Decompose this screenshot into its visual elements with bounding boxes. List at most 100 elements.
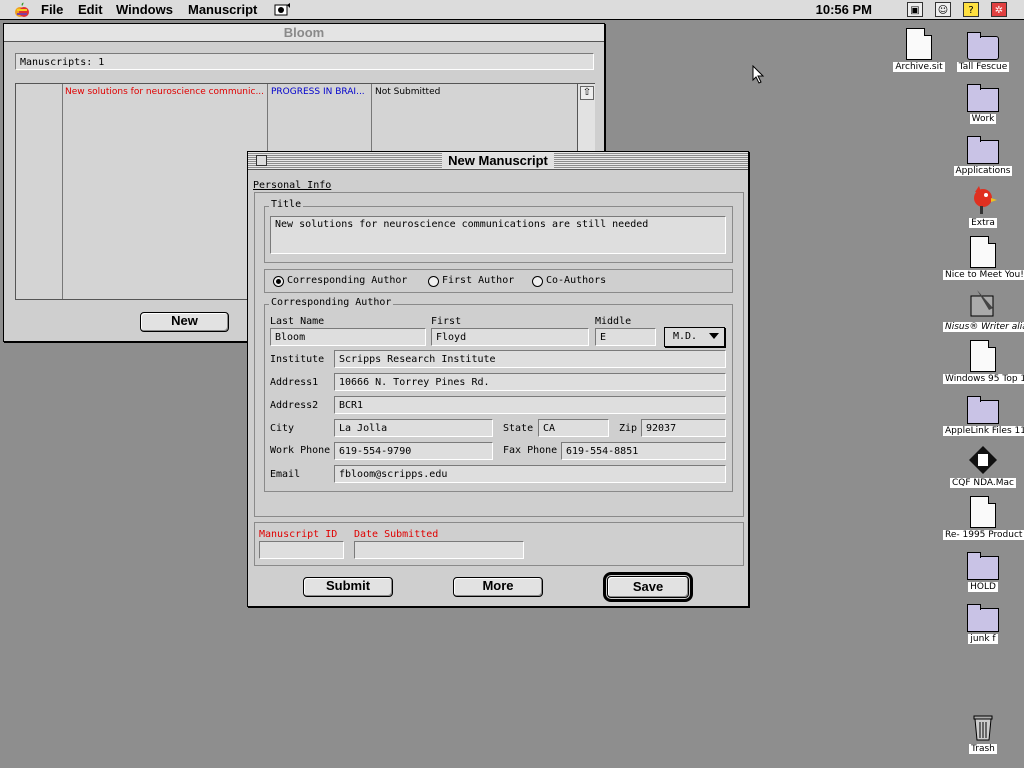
document-icon xyxy=(970,340,996,372)
desktop-icon-label: Extra xyxy=(969,218,997,228)
chevron-down-icon xyxy=(709,333,719,339)
scroll-up-arrow-icon[interactable]: ⇧ xyxy=(580,86,594,100)
app-document-icon xyxy=(967,444,999,476)
corresponding-author-group-label: Corresponding Author xyxy=(269,297,394,308)
desktop-icon-label: Nisus® Writer alia xyxy=(943,322,1024,332)
balloon-help-icon[interactable]: ✲ xyxy=(991,2,1007,17)
desktop-icon-nice-to-meet-you[interactable]: Nice to Meet You! xyxy=(943,236,1024,283)
degree-select-value: M.D. xyxy=(673,331,698,342)
email-label: Email xyxy=(270,469,301,480)
save-button[interactable]: Save xyxy=(607,576,689,598)
address2-label: Address2 xyxy=(270,400,319,411)
personal-info-label[interactable]: Personal Info xyxy=(253,180,331,191)
bloom-window-title[interactable]: Bloom xyxy=(4,24,604,42)
address1-label: Address1 xyxy=(270,377,319,388)
apple-menu-icon[interactable] xyxy=(14,2,30,18)
fax-phone-field[interactable]: 619-554-8851 xyxy=(561,442,726,460)
address1-field[interactable]: 10666 N. Torrey Pines Rd. xyxy=(334,373,726,391)
finder-icon[interactable]: ☺ xyxy=(935,2,951,17)
desktop-icon-label: AppleLink Files 11/16 xyxy=(943,426,1024,436)
disk-icon xyxy=(967,136,999,164)
menu-bar: File Edit Windows Manuscript 10:56 PM ▣ … xyxy=(0,0,1024,20)
new-manuscript-title-bar[interactable]: New Manuscript xyxy=(248,152,748,170)
desktop-icon-trash[interactable]: Trash xyxy=(943,710,1023,757)
menu-file[interactable]: File xyxy=(41,1,63,19)
degree-select[interactable]: M.D. xyxy=(664,327,725,347)
list-item-journal[interactable]: PROGRESS IN BRAI... xyxy=(271,87,369,97)
disk-icon xyxy=(967,84,999,112)
column-divider xyxy=(62,84,63,299)
desktop-icon-work[interactable]: Work xyxy=(943,80,1023,127)
middle-name-field[interactable]: E xyxy=(595,328,656,346)
desktop-icon-nisus-writer[interactable]: Nisus® Writer alia xyxy=(943,288,1024,335)
date-submitted-label: Date Submitted xyxy=(354,529,439,540)
disk-icon xyxy=(967,32,999,60)
manuscript-id-field[interactable] xyxy=(259,541,344,559)
zip-label: Zip xyxy=(619,423,638,434)
rooster-app-icon xyxy=(967,184,999,216)
desktop-icon-re-1995[interactable]: Re- 1995 Product Gu xyxy=(943,496,1024,543)
desktop-icon-label: Archive.sit xyxy=(893,62,945,72)
desktop-icon-cqf-nda[interactable]: CQF NDA.Mac xyxy=(943,444,1023,491)
close-box-icon[interactable] xyxy=(256,155,267,166)
middle-name-label: Middle xyxy=(595,316,632,327)
last-name-field[interactable]: Bloom xyxy=(270,328,426,346)
help-icon[interactable]: ? xyxy=(963,2,979,17)
application-switcher-icon[interactable]: ▣ xyxy=(907,2,923,17)
date-submitted-field[interactable] xyxy=(354,541,524,559)
desktop-icon-label: Windows 95 Top 10 L xyxy=(943,374,1024,384)
menu-clock[interactable]: 10:56 PM xyxy=(816,1,872,19)
email-field[interactable]: fbloom@scripps.edu xyxy=(334,465,726,483)
radio-co-authors-label[interactable]: Co-Authors xyxy=(546,275,606,286)
radio-co-authors[interactable] xyxy=(532,276,543,287)
state-field[interactable]: CA xyxy=(538,419,609,437)
radio-corresponding-author[interactable] xyxy=(273,276,284,287)
new-button[interactable]: New xyxy=(140,312,229,332)
desktop-icon-tall-fescue[interactable]: Tall Fescue xyxy=(943,28,1023,75)
desktop-icon-label: Applications xyxy=(953,166,1013,176)
desktop-icon-label: Re- 1995 Product Gu xyxy=(943,530,1024,540)
menu-windows[interactable]: Windows xyxy=(116,1,173,19)
desktop-icon-label: CQF NDA.Mac xyxy=(950,478,1016,488)
list-item-status[interactable]: Not Submitted xyxy=(375,87,525,97)
manuscript-id-label: Manuscript ID xyxy=(259,529,338,540)
radio-first-author-label[interactable]: First Author xyxy=(442,275,514,286)
menu-manuscript[interactable]: Manuscript xyxy=(188,1,257,19)
trash-icon xyxy=(967,710,999,742)
first-name-field[interactable]: Floyd xyxy=(431,328,589,346)
app-menu-icon[interactable] xyxy=(273,2,291,18)
window-title: New Manuscript xyxy=(442,153,554,168)
work-phone-field[interactable]: 619-554-9790 xyxy=(334,442,493,460)
work-phone-label: Work Phone xyxy=(270,445,331,456)
list-item-title[interactable]: New solutions for neuroscience communic.… xyxy=(65,87,265,97)
desktop-icon-label: Tall Fescue xyxy=(956,62,1010,72)
desktop-icon-label: Trash xyxy=(969,744,997,754)
desktop-icon-extra[interactable]: Extra xyxy=(943,184,1023,231)
fax-phone-label: Fax Phone xyxy=(503,445,558,456)
city-field[interactable]: La Jolla xyxy=(334,419,493,437)
title-group-label: Title xyxy=(269,199,304,210)
institute-field[interactable]: Scripps Research Institute xyxy=(334,350,726,368)
manuscript-count: Manuscripts: 1 xyxy=(15,53,594,70)
default-button-ring: Save xyxy=(603,572,693,602)
radio-first-author[interactable] xyxy=(428,276,439,287)
title-input[interactable]: New solutions for neuroscience communica… xyxy=(270,216,726,254)
last-name-label: Last Name xyxy=(270,316,325,327)
mouse-pointer-icon xyxy=(752,64,766,85)
desktop-icon-applelink-files[interactable]: AppleLink Files 11/16 xyxy=(943,392,1024,439)
more-button[interactable]: More xyxy=(453,577,543,597)
folder-icon xyxy=(967,396,999,424)
document-icon xyxy=(906,28,932,60)
desktop-icon-junk[interactable]: junk f xyxy=(943,600,1023,647)
menu-edit[interactable]: Edit xyxy=(78,1,103,19)
desktop-icon-applications[interactable]: Applications xyxy=(943,132,1023,179)
submit-button[interactable]: Submit xyxy=(303,577,393,597)
address2-field[interactable]: BCR1 xyxy=(334,396,726,414)
document-icon xyxy=(970,496,996,528)
desktop-icon-windows-95[interactable]: Windows 95 Top 10 L xyxy=(943,340,1024,387)
folder-icon xyxy=(967,604,999,632)
desktop-icon-hold[interactable]: HOLD xyxy=(943,548,1023,595)
radio-corresponding-author-label[interactable]: Corresponding Author xyxy=(287,275,407,286)
state-label: State xyxy=(503,423,534,434)
zip-field[interactable]: 92037 xyxy=(641,419,726,437)
